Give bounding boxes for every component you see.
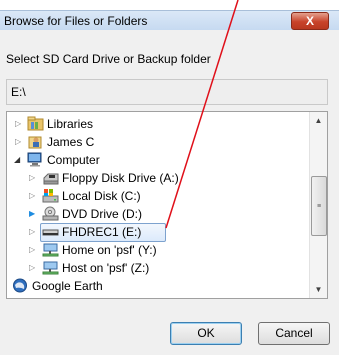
expand-arrow-icon[interactable]: ▷ — [29, 191, 37, 201]
floppy-drive-icon — [43, 173, 59, 185]
close-button[interactable]: X — [291, 12, 329, 30]
tree-item-local-disk[interactable]: ▷ Local Disk (C:) — [7, 187, 307, 205]
expand-arrow-icon[interactable]: ▷ — [29, 245, 37, 255]
network-drive-icon — [42, 261, 59, 275]
computer-icon — [27, 152, 42, 167]
expand-arrow-icon[interactable]: ▷ — [15, 119, 23, 129]
tree-item-label: Computer — [47, 153, 100, 167]
tree-item-home-psf[interactable]: ▷ Home on 'psf' (Y:) — [7, 241, 307, 259]
tree-item-label: Host on 'psf' (Z:) — [62, 261, 150, 275]
collapse-arrow-icon[interactable]: ◢ — [14, 155, 22, 165]
tree-item-label: DVD Drive (D:) — [62, 207, 142, 221]
expand-arrow-icon[interactable]: ▷ — [15, 137, 23, 147]
google-earth-icon — [13, 278, 27, 293]
tree-item-computer[interactable]: ◢ Computer — [7, 151, 307, 169]
browse-dialog: Browse for Files or Folders X Select SD … — [0, 0, 339, 355]
network-drive-icon — [42, 243, 59, 257]
expand-arrow-icon[interactable]: ▷ — [29, 263, 37, 273]
user-folder-icon — [28, 136, 42, 149]
scroll-thumb[interactable]: ≡ — [311, 176, 327, 236]
dialog-title: Browse for Files or Folders — [4, 14, 148, 28]
tree-item-label: Libraries — [47, 117, 94, 131]
grip-icon: ≡ — [316, 203, 322, 210]
cancel-button[interactable]: Cancel — [258, 322, 330, 345]
tree-item-label: Floppy Disk Drive (A:) — [62, 171, 179, 185]
ok-button[interactable]: OK — [170, 322, 242, 345]
expand-arrow-icon[interactable]: ▷ — [29, 173, 37, 183]
tree-item-label: Google Earth — [32, 279, 103, 293]
expand-arrow-icon[interactable]: ▶ — [29, 209, 37, 219]
dvd-drive-icon — [42, 206, 59, 221]
tree-item-james-c[interactable]: ▷ James C — [7, 133, 307, 151]
vertical-scrollbar[interactable]: ▲ ≡ ▼ — [309, 112, 327, 298]
tree-item-label: James C — [47, 135, 95, 149]
scroll-up-arrow-icon[interactable]: ▲ — [310, 112, 327, 129]
removable-drive-icon — [42, 229, 59, 236]
prompt-text: Select SD Card Drive or Backup folder — [6, 52, 211, 66]
folder-tree[interactable]: ▷ Libraries ▷ James C ◢ Computer ▷ Flopp… — [6, 111, 328, 299]
expand-arrow-icon[interactable]: ▷ — [29, 227, 37, 237]
tree-item-google-earth[interactable]: Google Earth — [7, 277, 307, 295]
tree-item-label: FHDREC1 (E:) — [62, 225, 142, 239]
tree-item-libraries[interactable]: ▷ Libraries — [7, 115, 307, 133]
selected-path-text: E:\ — [11, 85, 26, 99]
tree-item-label: Local Disk (C:) — [62, 189, 141, 203]
tree-item-label: Home on 'psf' (Y:) — [62, 243, 157, 257]
dialog-body: Select SD Card Drive or Backup folder E:… — [0, 30, 339, 355]
title-bar[interactable]: Browse for Files or Folders X — [0, 10, 339, 31]
tree-item-dvd-drive[interactable]: ▶ DVD Drive (D:) — [7, 205, 307, 223]
tree-item-fhdrec1[interactable]: ▷ FHDREC1 (E:) — [7, 223, 307, 242]
hard-disk-icon — [42, 189, 59, 203]
tree-item-floppy-drive[interactable]: ▷ Floppy Disk Drive (A:) — [7, 169, 307, 187]
scroll-down-arrow-icon[interactable]: ▼ — [310, 281, 327, 298]
tree-item-host-psf[interactable]: ▷ Host on 'psf' (Z:) — [7, 259, 307, 277]
library-icon — [27, 116, 44, 131]
selected-path-field: E:\ — [6, 79, 328, 105]
